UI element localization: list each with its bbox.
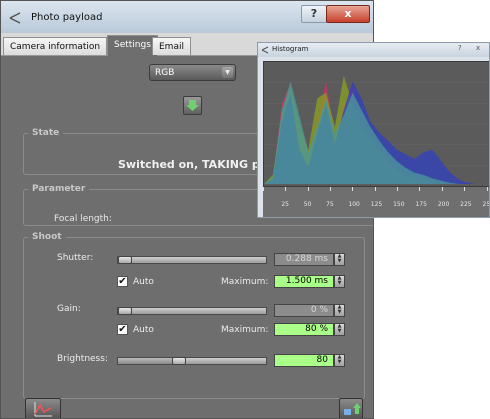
histogram-help-button[interactable]: ?	[458, 44, 470, 54]
x-tick-label: 250	[482, 201, 490, 208]
gain-auto-checkbox[interactable]: ✔	[117, 324, 128, 335]
x-tick-label: 0	[259, 201, 263, 208]
histogram-window: Histogram ? x 0 25 50 75 100 125 150 175 200 225 2…	[257, 42, 490, 218]
chart-icon	[34, 402, 52, 417]
x-tick-mark	[419, 187, 421, 191]
shutter-label: Shutter:	[57, 253, 94, 263]
x-tick-label: 125	[370, 201, 383, 208]
chevron-down-icon: ▼	[222, 67, 233, 78]
gain-value-field[interactable]: 0 %	[274, 304, 334, 317]
upload-icon	[344, 403, 361, 415]
apply-button[interactable]	[183, 96, 202, 115]
brightness-stepper[interactable]: ▲ ▼	[334, 354, 345, 367]
histogram-title: Histogram	[272, 45, 309, 53]
state-legend: State	[32, 128, 60, 138]
upload-button[interactable]	[339, 398, 363, 418]
gain-slider-handle[interactable]	[118, 307, 132, 315]
brightness-value-field[interactable]: 80	[274, 354, 334, 367]
shutter-max-stepper[interactable]: ▲ ▼	[334, 275, 345, 288]
gain-max-field[interactable]: 80 %	[274, 323, 334, 336]
x-tick-mark	[352, 187, 354, 191]
gain-max-stepper[interactable]: ▲ ▼	[334, 323, 345, 336]
x-tick-mark	[307, 187, 309, 191]
shutter-auto-checkbox[interactable]: ✔	[117, 276, 128, 287]
help-button[interactable]: ?	[301, 5, 327, 23]
x-tick-mark	[374, 187, 376, 191]
parameter-legend: Parameter	[32, 184, 86, 194]
close-button[interactable]: x	[326, 5, 370, 23]
shoot-legend: Shoot	[32, 232, 62, 242]
app-icon	[261, 46, 269, 54]
shutter-value-field[interactable]: 0.288 ms	[274, 253, 334, 266]
brightness-slider[interactable]	[117, 357, 267, 365]
x-tick-mark	[441, 187, 443, 191]
shutter-auto-label: Auto	[133, 277, 154, 287]
shutter-slider-handle[interactable]	[118, 256, 132, 264]
window-title: Photo payload	[31, 12, 103, 23]
brightness-slider-handle[interactable]	[172, 357, 187, 365]
shutter-slider[interactable]	[117, 256, 267, 264]
x-tick-label: 50	[303, 201, 312, 208]
x-tick-mark	[285, 187, 287, 191]
x-tick-label: 175	[415, 201, 427, 208]
brightness-label: Brightness:	[57, 354, 108, 364]
shutter-max-field[interactable]: 1.500 ms	[274, 275, 334, 288]
app-icon	[9, 12, 21, 24]
x-tick-mark	[330, 187, 332, 191]
tab-settings[interactable]: Settings	[107, 35, 158, 56]
x-tick-mark	[486, 187, 488, 191]
x-tick-label: 200	[437, 201, 450, 208]
arrow-down-icon	[186, 100, 199, 111]
shutter-max-label: Maximum:	[221, 277, 269, 287]
histogram-toggle-button[interactable]	[25, 398, 61, 418]
gain-label: Gain:	[57, 304, 81, 314]
gain-max-label: Maximum:	[221, 325, 269, 335]
x-tick-label: 25	[281, 201, 289, 208]
x-tick-mark	[464, 187, 466, 191]
tab-camera-information[interactable]: Camera information	[3, 37, 108, 55]
x-tick-label: 100	[348, 201, 360, 208]
shutter-stepper[interactable]: ▲ ▼	[334, 253, 345, 266]
histogram-x-axis: 0 25 50 75 100 125 150 175 200 225 250	[259, 187, 490, 217]
x-tick-label: 75	[326, 201, 334, 208]
gain-auto-label: Auto	[133, 325, 154, 335]
brightness-slider-fill	[118, 358, 180, 364]
x-tick-label: 225	[460, 201, 472, 208]
x-tick-mark	[397, 187, 399, 191]
titlebar: Photo payload ? x	[1, 1, 373, 33]
histogram-titlebar: Histogram ? x	[258, 43, 489, 57]
gain-slider[interactable]	[117, 307, 267, 315]
histogram-plot	[263, 61, 489, 187]
tab-email[interactable]: Email	[152, 37, 191, 55]
color-mode-value: RGB	[155, 68, 175, 78]
histogram-close-button[interactable]: x	[476, 44, 489, 54]
x-tick-label: 150	[393, 201, 405, 208]
x-tick-mark	[263, 187, 264, 191]
gain-stepper[interactable]: ▲ ▼	[334, 304, 345, 317]
color-mode-select[interactable]: RGB ▼	[149, 64, 236, 81]
focal-length-label: Focal length:	[54, 214, 112, 224]
